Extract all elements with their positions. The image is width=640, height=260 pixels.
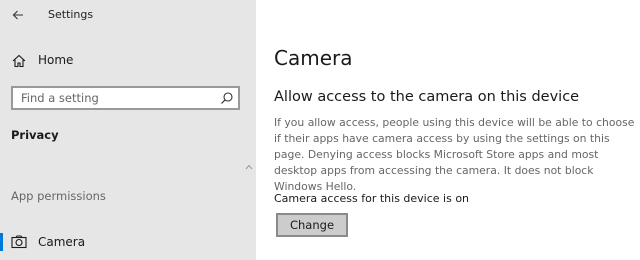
page-title: Camera [274, 46, 353, 70]
search-icon[interactable] [220, 91, 234, 105]
section-heading: Allow access to the camera on this devic… [274, 89, 580, 105]
change-button[interactable]: Change [276, 213, 348, 237]
section-title-privacy: Privacy [11, 128, 59, 142]
selection-indicator [0, 233, 3, 251]
app-title: Settings [48, 8, 94, 21]
sidebar-item-label: Home [38, 53, 74, 67]
sidebar-item-camera[interactable]: Camera [0, 230, 256, 256]
back-arrow-icon [12, 10, 23, 20]
titlebar: Settings [0, 0, 256, 30]
sidebar: Settings Home Privacy App permissions [0, 0, 256, 260]
group-label-app-permissions: App permissions [11, 189, 106, 203]
camera-icon [11, 235, 27, 249]
camera-access-status: Camera access for this device is on [274, 192, 470, 205]
settings-window: Settings Home Privacy App permissions [0, 0, 640, 260]
description-text: If you allow access, people using this d… [274, 116, 635, 193]
sidebar-item-label: Camera [38, 235, 86, 249]
search-input[interactable] [21, 90, 211, 106]
back-button[interactable] [8, 5, 28, 25]
home-icon [12, 54, 26, 68]
main-content: Camera Allow access to the camera on thi… [256, 0, 640, 260]
sidebar-item-home[interactable]: Home [0, 48, 256, 74]
scroll-up-icon[interactable] [245, 163, 253, 171]
search-box[interactable] [11, 86, 240, 110]
